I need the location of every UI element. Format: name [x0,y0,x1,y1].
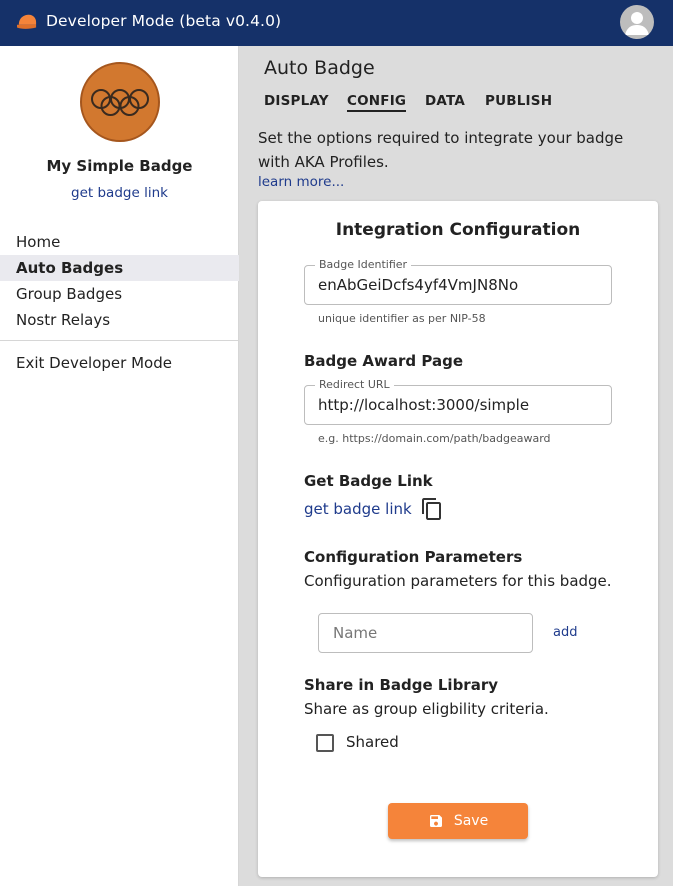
save-button[interactable]: Save [388,803,528,839]
add-param-button[interactable]: add [553,625,577,640]
params-description: Configuration parameters for this badge. [304,572,612,590]
redirect-url-input[interactable] [305,386,611,424]
learn-more-link[interactable]: learn more... [258,174,344,190]
award-page-title: Badge Award Page [304,352,463,370]
library-title: Share in Badge Library [304,676,498,694]
cap-icon [17,14,37,29]
shared-checkbox-label[interactable]: Shared [346,733,399,751]
param-name-input[interactable] [319,614,532,652]
library-description: Share as group eligbility criteria. [304,700,549,718]
badge-identifier-helper: unique identifier as per NIP-58 [318,312,486,325]
badge-identifier-field[interactable]: Badge Identifier [304,258,612,305]
shared-checkbox[interactable] [316,734,334,752]
badge-name: My Simple Badge [46,157,193,175]
get-badge-link[interactable]: get badge link [304,500,412,518]
save-button-label: Save [453,813,489,829]
tab-publish[interactable]: PUBLISH [485,93,552,109]
sidebar-item-group-badges[interactable]: Group Badges [0,281,239,307]
badge-identifier-input[interactable] [305,266,611,304]
sidebar-item-nostr-relays[interactable]: Nostr Relays [0,307,239,333]
olympic-rings-icon [91,89,149,116]
account-icon [625,12,649,35]
sidebar-item-auto-badges[interactable]: Auto Badges [0,255,239,281]
tab-display[interactable]: DISPLAY [264,93,329,109]
params-title: Configuration Parameters [304,548,523,566]
redirect-url-field[interactable]: Redirect URL [304,378,612,425]
card-title: Integration Configuration [335,220,581,240]
tab-data[interactable]: DATA [425,93,465,109]
copy-icon[interactable] [420,497,444,521]
tab-config[interactable]: CONFIG [347,93,407,112]
account-avatar[interactable] [620,5,654,39]
app-bar: Developer Mode (beta v0.4.0) [0,0,673,46]
page-description: Set the options required to integrate yo… [258,129,624,171]
param-name-field[interactable] [318,613,533,653]
sidebar-divider [0,340,239,341]
sidebar-item-home[interactable]: Home [0,229,239,255]
app-title: Developer Mode (beta v0.4.0) [46,12,282,30]
redirect-url-helper: e.g. https://domain.com/path/badgeaward [318,432,551,445]
sidebar-badge-link[interactable]: get badge link [0,185,239,201]
sidebar-item-exit[interactable]: Exit Developer Mode [0,350,239,376]
save-icon [429,815,442,827]
badge-image [80,62,160,142]
page-title: Auto Badge [264,57,375,79]
get-link-title: Get Badge Link [304,472,433,490]
sidebar: My Simple Badge get badge link Home Auto… [0,46,239,886]
